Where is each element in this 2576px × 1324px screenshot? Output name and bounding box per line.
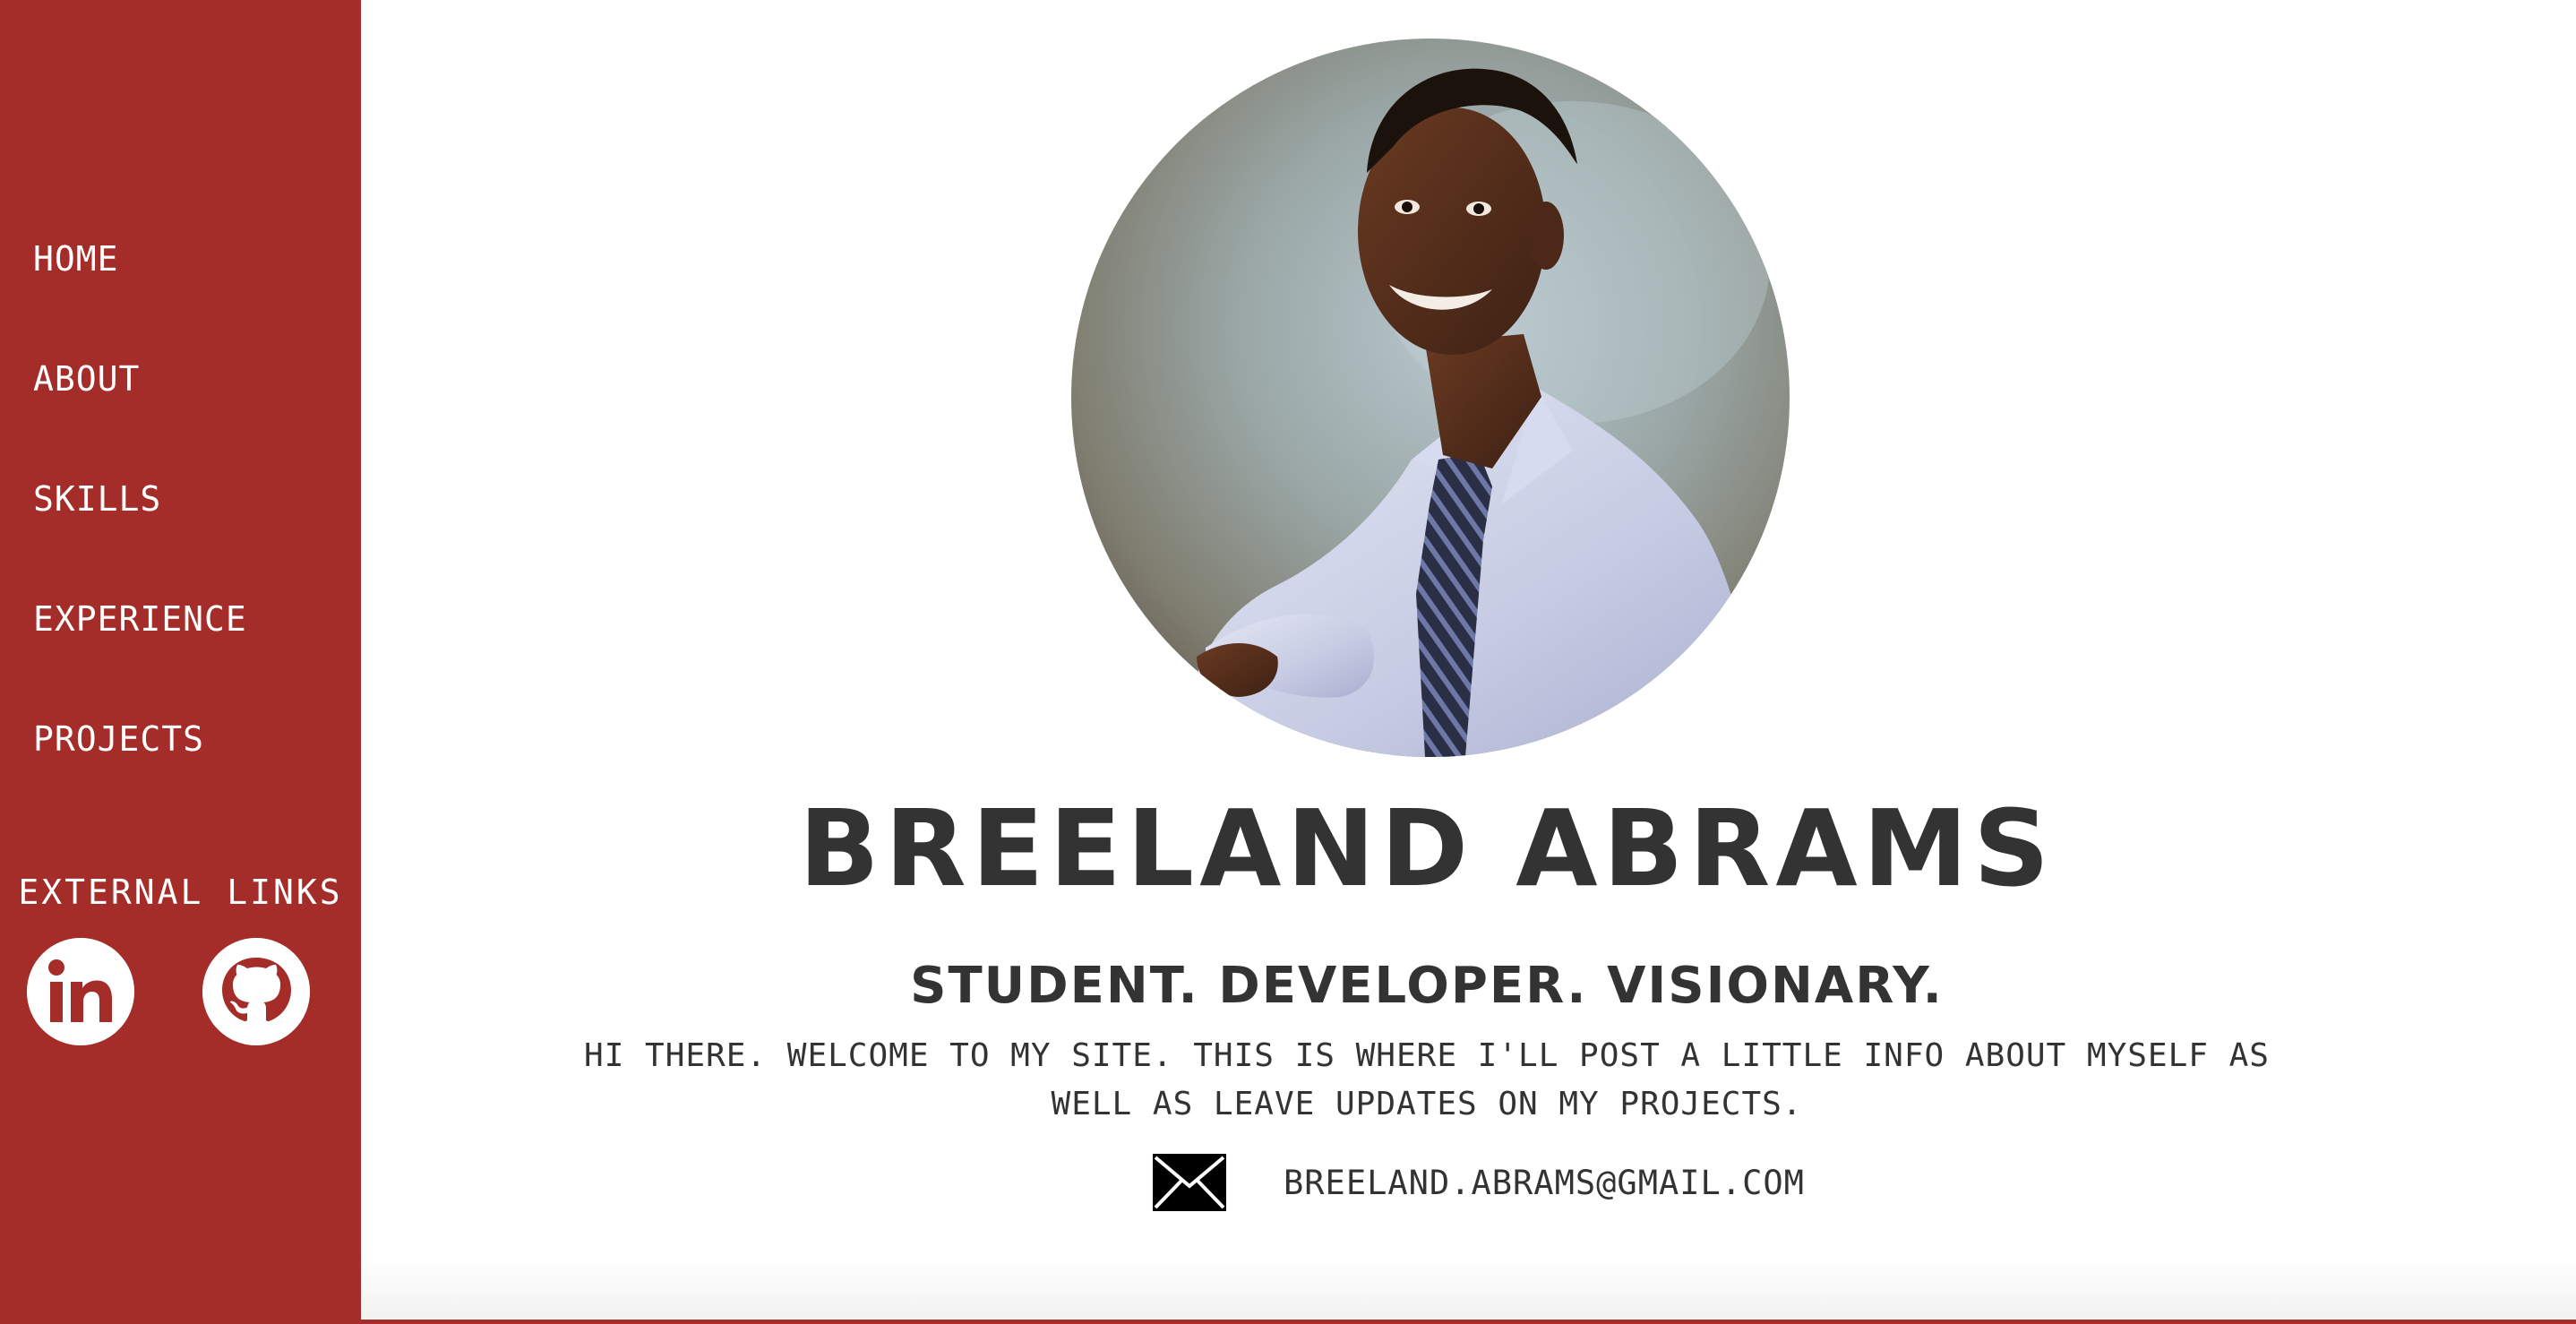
nav-about[interactable]: ABOUT [33,358,140,400]
sidebar: HOME ABOUT SKILLS EXPERIENCE PROJECTS EX… [0,0,361,1324]
external-links-heading: EXTERNAL LINKS [18,873,343,912]
github-icon [202,938,310,1045]
envelope-icon [1153,1154,1226,1211]
linkedin-link[interactable] [27,938,134,1045]
nav-experience[interactable]: EXPERIENCE [33,598,247,640]
hero-tagline: STUDENT. DEVELOPER. VISIONARY. [910,957,1944,1015]
footer-shadow [361,1254,2576,1319]
profile-photo-image [1071,39,1790,757]
github-link[interactable] [202,938,310,1045]
hero-intro: HI THERE. WELCOME TO MY SITE. THIS IS WH… [584,1037,2270,1122]
nav-projects[interactable]: PROJECTS [33,718,204,760]
nav-home[interactable]: HOME [33,238,119,279]
main-content: BREELAND ABRAMS STUDENT. DEVELOPER. VISI… [361,0,2576,1324]
profile-photo [1071,39,1790,757]
email-link[interactable]: BREELAND.ABRAMS@GMAIL.COM [1284,1164,1805,1202]
hero-name: BREELAND ABRAMS [798,787,2056,910]
contact-row: BREELAND.ABRAMS@GMAIL.COM [1153,1151,1805,1214]
bottom-accent-line [0,1320,2576,1324]
linkedin-icon [27,938,134,1045]
nav-skills[interactable]: SKILLS [33,478,161,520]
